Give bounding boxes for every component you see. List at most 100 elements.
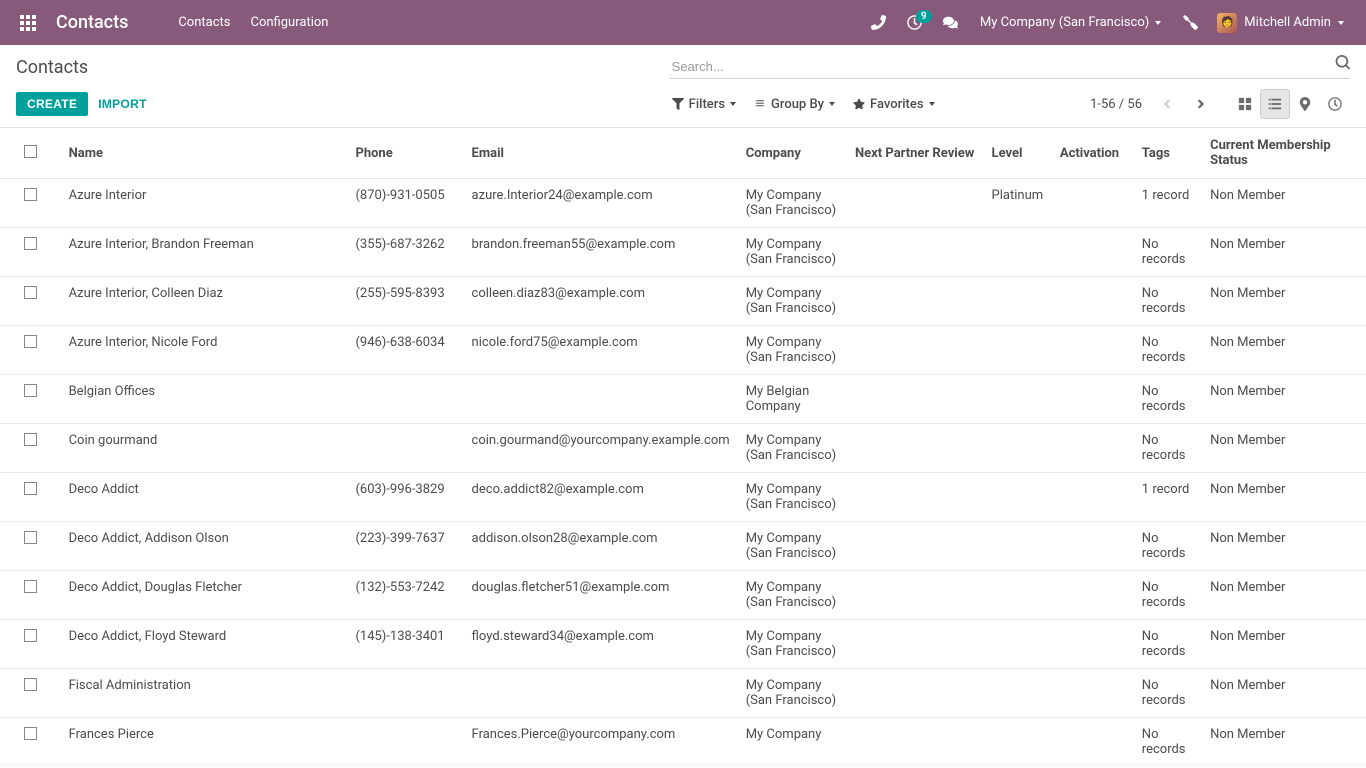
caret-down-icon — [1338, 21, 1344, 25]
company-switcher[interactable]: My Company (San Francisco) — [970, 15, 1171, 30]
user-menu[interactable]: 🧑 Mitchell Admin — [1209, 13, 1352, 33]
table-row[interactable]: Deco Addict, Floyd Steward (145)-138-340… — [0, 620, 1366, 669]
cell-level: Platinum — [984, 179, 1052, 228]
cell-company: My Company (San Francisco) — [738, 669, 847, 718]
company-name: My Company (San Francisco) — [980, 15, 1149, 30]
pager-text[interactable]: 1-56 / 56 — [1090, 97, 1142, 112]
import-button[interactable]: IMPORT — [98, 97, 146, 111]
cell-level — [984, 571, 1052, 620]
cell-phone: (870)-931-0505 — [347, 179, 463, 228]
table-row[interactable]: Azure Interior, Brandon Freeman (355)-68… — [0, 228, 1366, 277]
cell-activation — [1052, 718, 1134, 764]
row-checkbox[interactable] — [24, 531, 37, 544]
cell-membership: Non Member — [1202, 620, 1366, 669]
top-navbar: Contacts Contacts Configuration 9 My Com… — [0, 0, 1366, 45]
table-row[interactable]: Deco Addict, Addison Olson (223)-399-763… — [0, 522, 1366, 571]
column-phone[interactable]: Phone — [347, 128, 463, 179]
cell-tags: No records — [1134, 522, 1202, 571]
table-row[interactable]: Deco Addict (603)-996-3829 deco.addict82… — [0, 473, 1366, 522]
cell-activation — [1052, 228, 1134, 277]
column-email[interactable]: Email — [464, 128, 738, 179]
table-row[interactable]: Azure Interior, Nicole Ford (946)-638-60… — [0, 326, 1366, 375]
filters-button[interactable]: Filters — [670, 94, 738, 115]
cell-membership: Non Member — [1202, 718, 1366, 764]
column-name[interactable]: Name — [61, 128, 348, 179]
row-checkbox[interactable] — [24, 580, 37, 593]
column-review[interactable]: Next Partner Review — [847, 128, 984, 179]
row-checkbox[interactable] — [24, 188, 37, 201]
cell-membership: Non Member — [1202, 277, 1366, 326]
table-row[interactable]: Azure Interior (870)-931-0505 azure.Inte… — [0, 179, 1366, 228]
cell-company: My Company (San Francisco) — [738, 179, 847, 228]
activity-icon[interactable]: 9 — [898, 0, 932, 45]
pager-prev-button[interactable] — [1154, 90, 1180, 118]
row-checkbox[interactable] — [24, 433, 37, 446]
table-row[interactable]: Deco Addict, Douglas Fletcher (132)-553-… — [0, 571, 1366, 620]
cell-email: colleen.diaz83@example.com — [464, 277, 738, 326]
column-tags[interactable]: Tags — [1134, 128, 1202, 179]
cell-tags: 1 record — [1134, 179, 1202, 228]
pager-next-button[interactable] — [1188, 90, 1214, 118]
row-checkbox[interactable] — [24, 335, 37, 348]
cell-email: floyd.steward34@example.com — [464, 620, 738, 669]
column-activation[interactable]: Activation — [1052, 128, 1134, 179]
cell-phone — [347, 424, 463, 473]
view-map-button[interactable] — [1290, 89, 1320, 119]
chat-icon[interactable] — [934, 0, 968, 45]
cell-level — [984, 375, 1052, 424]
cell-company: My Company (San Francisco) — [738, 571, 847, 620]
search-input[interactable] — [670, 55, 1350, 79]
groupby-button[interactable]: Group By — [752, 94, 837, 115]
create-button[interactable]: CREATE — [16, 92, 88, 116]
row-checkbox[interactable] — [24, 384, 37, 397]
cell-phone — [347, 718, 463, 764]
cell-activation — [1052, 277, 1134, 326]
cell-tags: No records — [1134, 620, 1202, 669]
table-row[interactable]: Frances Pierce Frances.Pierce@yourcompan… — [0, 718, 1366, 764]
table-row[interactable]: Fiscal Administration My Company (San Fr… — [0, 669, 1366, 718]
row-checkbox[interactable] — [24, 629, 37, 642]
table-scroll[interactable]: Name Phone Email Company Next Partner Re… — [0, 128, 1366, 763]
table-row[interactable]: Coin gourmand coin.gourmand@yourcompany.… — [0, 424, 1366, 473]
cell-name: Deco Addict, Douglas Fletcher — [61, 571, 348, 620]
cell-company: My Company (San Francisco) — [738, 277, 847, 326]
cell-name: Azure Interior, Nicole Ford — [61, 326, 348, 375]
cell-email: brandon.freeman55@example.com — [464, 228, 738, 277]
menu-contacts[interactable]: Contacts — [168, 0, 240, 45]
cell-phone: (355)-687-3262 — [347, 228, 463, 277]
table-row[interactable]: Belgian Offices My Belgian Company No re… — [0, 375, 1366, 424]
select-all-checkbox[interactable] — [24, 145, 37, 158]
column-company[interactable]: Company — [738, 128, 847, 179]
cell-review — [847, 375, 984, 424]
control-panel: Contacts CREATE IMPORT Filters Group By — [0, 45, 1366, 128]
row-checkbox[interactable] — [24, 237, 37, 250]
row-checkbox[interactable] — [24, 678, 37, 691]
view-list-button[interactable] — [1260, 89, 1290, 119]
phone-icon[interactable] — [862, 0, 896, 45]
apps-icon[interactable] — [14, 15, 42, 31]
cell-tags: 1 record — [1134, 473, 1202, 522]
column-level[interactable]: Level — [984, 128, 1052, 179]
cell-review — [847, 718, 984, 764]
row-checkbox[interactable] — [24, 727, 37, 740]
cell-email: douglas.fletcher51@example.com — [464, 571, 738, 620]
row-checkbox[interactable] — [24, 286, 37, 299]
contacts-table: Name Phone Email Company Next Partner Re… — [0, 128, 1366, 763]
debug-icon[interactable] — [1173, 0, 1207, 45]
cell-activation — [1052, 326, 1134, 375]
row-checkbox[interactable] — [24, 482, 37, 495]
cell-name: Coin gourmand — [61, 424, 348, 473]
view-activity-button[interactable] — [1320, 89, 1350, 119]
search-icon[interactable] — [1335, 55, 1350, 74]
view-kanban-button[interactable] — [1230, 89, 1260, 119]
column-membership[interactable]: Current Membership Status — [1202, 128, 1366, 179]
menu-configuration[interactable]: Configuration — [241, 0, 339, 45]
favorites-button[interactable]: Favorites — [851, 94, 936, 115]
cell-email — [464, 375, 738, 424]
cell-activation — [1052, 571, 1134, 620]
app-brand[interactable]: Contacts — [56, 12, 128, 33]
cell-company: My Company (San Francisco) — [738, 424, 847, 473]
table-row[interactable]: Azure Interior, Colleen Diaz (255)-595-8… — [0, 277, 1366, 326]
activity-badge: 9 — [916, 10, 932, 23]
cell-company: My Belgian Company — [738, 375, 847, 424]
